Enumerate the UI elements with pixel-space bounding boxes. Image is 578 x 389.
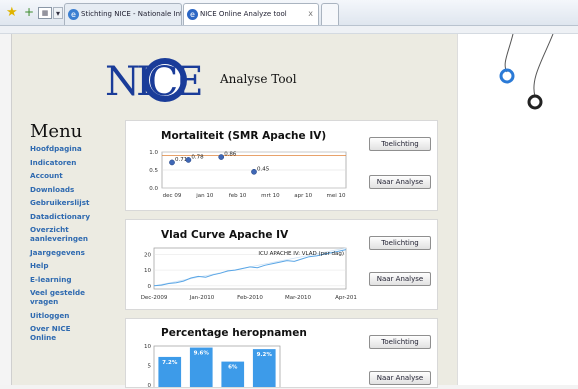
logo-text: NICE (105, 59, 200, 105)
heropnamen-chart: 10 5 0 7.2% 9.6% 6% 9.2% (144, 344, 281, 387)
nice-logo[interactable]: NICE (105, 55, 215, 105)
menu-item-gebruikerslijst[interactable]: Gebruikerslijst (30, 198, 125, 207)
menu-item-overzicht-aanleveringen[interactable]: Overzicht aanleveringen (30, 225, 90, 243)
tab-label: NICE Online Analyze tool (200, 10, 287, 18)
y-tick-label: 5 (148, 364, 152, 370)
naar-analyse-button[interactable]: Naar Analyse (369, 272, 431, 286)
indicator-card-heropnamen: Percentage heropnamen 10 5 0 7.2% 9.6% 6% 9.2%… (125, 318, 438, 388)
card-title: Mortaliteit (SMR Apache IV) (161, 130, 327, 142)
x-tick-label: Mar-2010 (285, 295, 312, 301)
card-title: Percentage heropnamen (161, 327, 307, 339)
data-point (169, 159, 175, 166)
quick-tabs-icon[interactable]: ▦ (38, 7, 52, 19)
add-favorite-icon[interactable]: + (24, 5, 34, 19)
y-tick-label: 10 (144, 268, 151, 274)
x-tick-label: jan 10 (195, 193, 214, 199)
browser-chrome-strip (0, 26, 578, 34)
y-tick-label: 20 (144, 252, 151, 258)
browser-left-border (0, 34, 12, 385)
x-tick-label: apr 10 (294, 193, 312, 199)
data-point (185, 157, 192, 163)
tool-title: Analyse Tool (220, 72, 297, 86)
bar-label: 9.6% (194, 351, 210, 357)
browser-tab-nice-analyze[interactable]: e NICE Online Analyze tool x (183, 3, 319, 25)
close-tab-icon[interactable]: x (308, 4, 313, 24)
x-tick-label: feb 10 (229, 193, 247, 199)
data-label: 0.45 (257, 166, 270, 172)
menu-item-downloads[interactable]: Downloads (30, 185, 125, 194)
vlad-curve-chart: 20 10 0 Dec-2009 Jan-2010 Feb-2010 Mar-2010 Apr… (141, 247, 357, 301)
ie-page-icon: e (68, 9, 79, 20)
card-title: Vlad Curve Apache IV (161, 229, 289, 241)
y-tick-label: 0 (148, 383, 152, 387)
naar-analyse-button[interactable]: Naar Analyse (369, 371, 431, 385)
y-tick-label: 0 (148, 284, 152, 290)
menu-item-uitloggen[interactable]: Uitloggen (30, 311, 125, 320)
menu-title: Menu (30, 121, 83, 142)
bar-label: 6% (228, 365, 238, 371)
toelichting-button[interactable]: Toelichting (369, 236, 431, 250)
favorites-star-icon[interactable]: ★ (6, 5, 18, 20)
naar-analyse-button[interactable]: Naar Analyse (369, 175, 431, 189)
black-ring-icon (527, 94, 543, 110)
right-decorative-panel (457, 33, 578, 385)
indicator-card-mortaliteit: Mortaliteit (SMR Apache IV) 1.0 0.5 0.0 dec… (125, 120, 438, 211)
x-tick-label: Jan-2010 (189, 295, 215, 301)
menu-item-over-nice-online[interactable]: Over NICE Online (30, 324, 80, 342)
data-point (218, 154, 225, 160)
data-point (251, 168, 257, 175)
menu-item-account[interactable]: Account (30, 171, 125, 180)
mortaliteit-chart: 1.0 0.5 0.0 dec 09 jan 10 feb 10 mrt 10 apr 10 m… (149, 150, 347, 199)
y-tick-label: 10 (144, 344, 151, 350)
indicator-card-vlad-curve: Vlad Curve Apache IV 20 10 0 Dec-2009 Jan-20… (125, 219, 438, 310)
tab-label: Stichting NICE - Nationale Int... (81, 10, 182, 18)
browser-tab-bar: ★ + ▦ ▾ e Stichting NICE - Nationale Int… (0, 0, 578, 26)
x-tick-label: mei 10 (326, 193, 346, 199)
ie-page-icon: e (187, 9, 198, 20)
tab-list-dropdown-icon[interactable]: ▾ (53, 7, 63, 19)
y-tick-label: 0.5 (149, 168, 158, 174)
y-tick-label: 1.0 (149, 150, 158, 156)
data-label: 0.78 (191, 154, 204, 160)
x-tick-label: Feb-2010 (237, 295, 263, 301)
x-tick-label: mrt 10 (261, 193, 280, 199)
menu-item-datadictionary[interactable]: Datadictionary (30, 212, 125, 221)
y-tick-label: 0.0 (149, 186, 158, 192)
x-tick-label: Apr-201 (335, 295, 357, 301)
side-menu: Hoofdpagina Indicatoren Account Download… (30, 144, 125, 347)
legend-label: ICU APACHE IV: VLAD (per dag) (258, 251, 344, 257)
menu-item-e-learning[interactable]: E-learning (30, 275, 125, 284)
x-tick-label: Dec-2009 (141, 295, 168, 301)
menu-item-indicatoren[interactable]: Indicatoren (30, 158, 125, 167)
data-label: 0.71 (175, 157, 187, 163)
toelichting-button[interactable]: Toelichting (369, 137, 431, 151)
browser-tab-stichting[interactable]: e Stichting NICE - Nationale Int... (64, 3, 182, 25)
menu-item-hoofdpagina[interactable]: Hoofdpagina (30, 144, 125, 153)
menu-item-help[interactable]: Help (30, 261, 125, 270)
new-tab-button[interactable] (321, 3, 339, 25)
bar-label: 7.2% (162, 360, 178, 366)
data-label: 0.86 (224, 152, 237, 158)
bar-label: 9.2% (257, 352, 273, 358)
decorative-gears-graphic (499, 33, 554, 110)
x-tick-label: dec 09 (163, 193, 182, 199)
menu-item-jaargegevens[interactable]: Jaargegevens (30, 248, 125, 257)
toelichting-button[interactable]: Toelichting (369, 335, 431, 349)
menu-item-veel-gestelde-vragen[interactable]: Veel gestelde vragen (30, 288, 90, 306)
